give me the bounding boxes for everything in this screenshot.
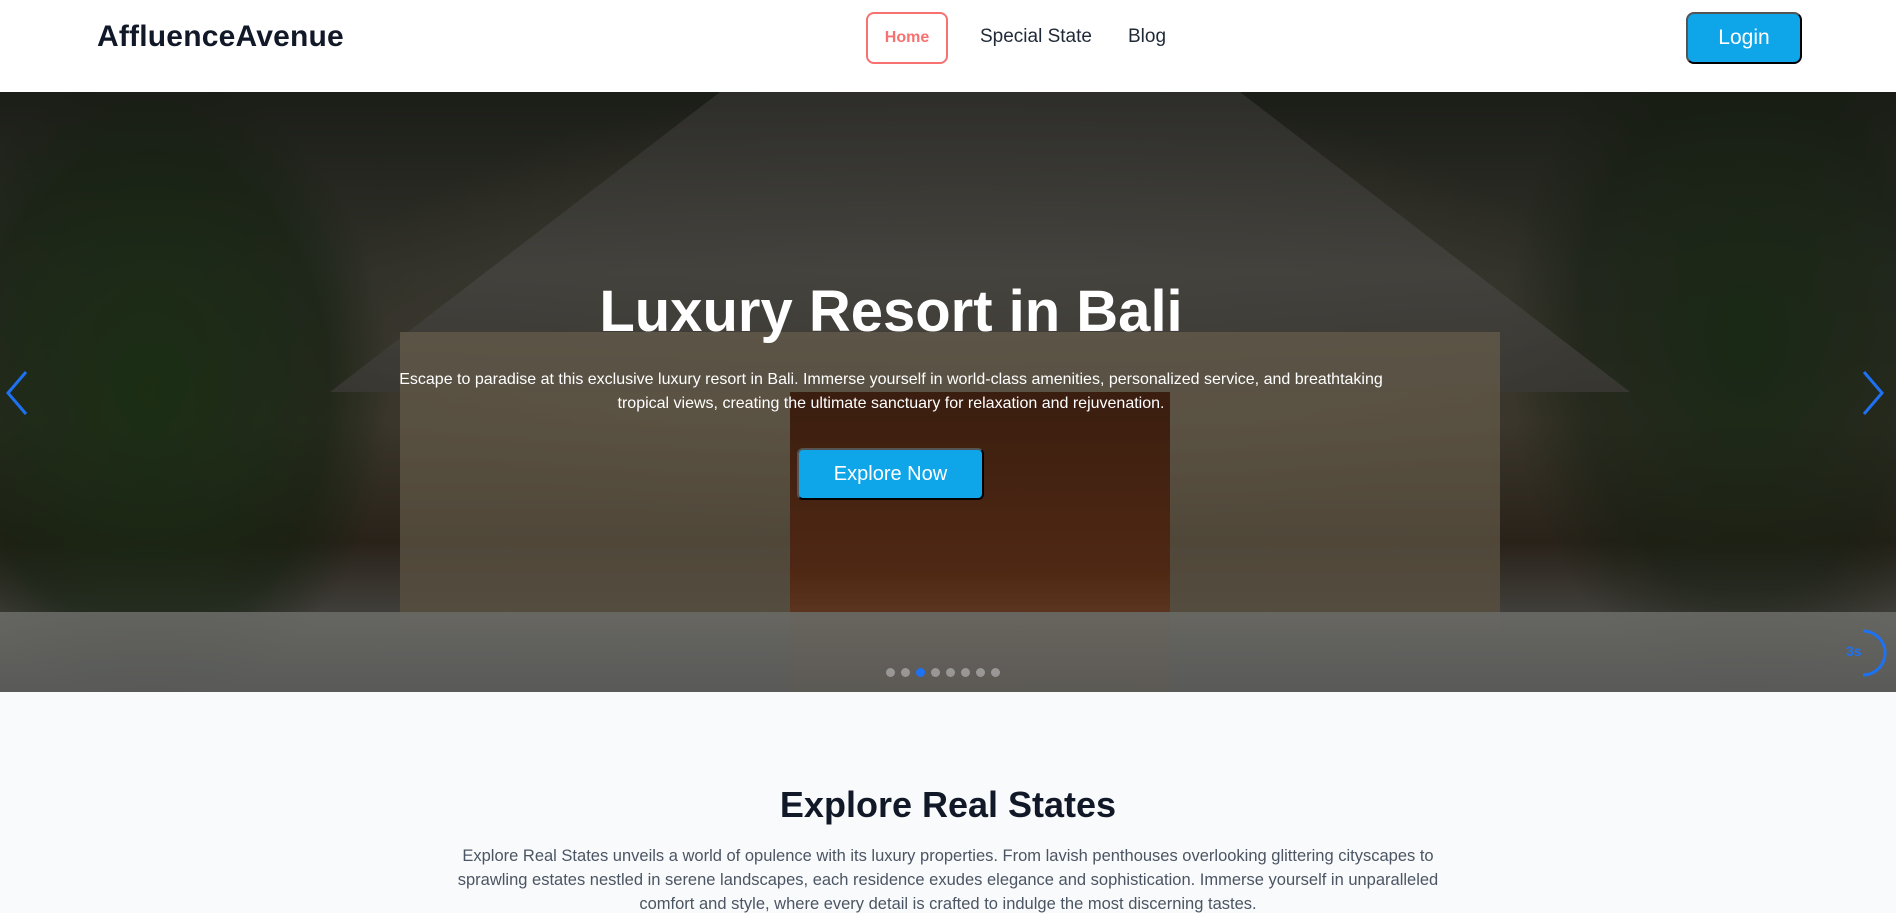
section-title: Explore Real States [779,784,1117,825]
nav-home-link[interactable]: Home [866,12,948,64]
explore-now-button[interactable]: Explore Now [797,448,984,500]
carousel-pagination [886,668,1000,677]
carousel-dot[interactable] [916,668,925,677]
hero-title: Luxury Resort in Bali [599,279,1183,344]
carousel-dot[interactable] [901,668,910,677]
chevron-left-icon[interactable] [2,368,32,418]
nav-special-state-link[interactable]: Special State [980,26,1092,48]
section-description: Explore Real States unveils a world of o… [457,847,1439,913]
carousel-dot[interactable] [991,668,1000,677]
carousel-dot[interactable] [976,668,985,677]
carousel-dot[interactable] [886,668,895,677]
autoplay-timer-label: 3s [1846,643,1862,659]
hero-carousel: Luxury Resort in Bali Escape to paradise… [0,92,1896,692]
navbar: AffluenceAvenue Home Special State Blog … [0,0,1896,92]
carousel-dot[interactable] [961,668,970,677]
nav-blog-link[interactable]: Blog [1128,26,1166,48]
carousel-dot[interactable] [931,668,940,677]
carousel-dot[interactable] [946,668,955,677]
hero-description: Escape to paradise at this exclusive lux… [399,371,1383,412]
login-button[interactable]: Login [1686,12,1802,64]
brand-logo[interactable]: AffluenceAvenue [97,20,344,54]
chevron-right-icon[interactable] [1858,368,1888,418]
